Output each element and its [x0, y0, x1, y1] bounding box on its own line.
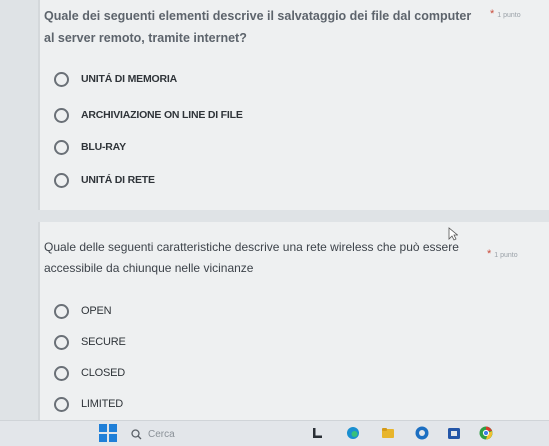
option-closed[interactable]: CLOSED — [54, 363, 125, 383]
question-1-text: Quale dei seguenti elementi descrive il … — [44, 9, 472, 45]
option-label: BLU-RAY — [81, 141, 126, 153]
question-2-text: Quale delle seguenti caratteristiche des… — [44, 240, 459, 275]
store-icon[interactable] — [446, 425, 462, 441]
option-label: LIMITED — [81, 398, 123, 410]
question-card-2: Quale delle seguenti caratteristiche des… — [38, 222, 549, 422]
option-unita-di-rete[interactable]: UNITÁ DI RETE — [54, 170, 155, 190]
chrome-icon[interactable] — [478, 425, 494, 441]
option-secure[interactable]: SECURE — [54, 332, 126, 352]
radio-button[interactable] — [54, 107, 69, 123]
option-label: UNITÁ DI MEMORIA — [81, 73, 177, 85]
app-icon[interactable] — [414, 425, 430, 441]
radio-button[interactable] — [54, 71, 69, 87]
radio-button[interactable] — [54, 303, 69, 319]
option-open[interactable]: OPEN — [54, 301, 112, 321]
option-label: SECURE — [81, 336, 126, 348]
radio-button[interactable] — [54, 139, 69, 155]
question-2-points: * 1 punto — [487, 248, 518, 260]
mouse-cursor-icon — [448, 227, 458, 241]
radio-button[interactable] — [54, 334, 69, 350]
file-explorer-icon[interactable] — [310, 425, 326, 441]
windows-start-icon[interactable] — [99, 424, 117, 442]
option-blu-ray[interactable]: BLU-RAY — [54, 137, 126, 157]
option-label: ARCHIVIAZIONE ON LINE DI FILE — [81, 109, 243, 121]
option-limited[interactable]: LIMITED — [54, 394, 123, 414]
taskbar-search[interactable]: Cerca — [131, 423, 271, 445]
radio-button[interactable] — [54, 396, 69, 412]
folder-icon[interactable] — [380, 425, 396, 441]
option-unita-di-memoria[interactable]: UNITÁ DI MEMORIA — [54, 69, 177, 89]
radio-button[interactable] — [54, 365, 69, 381]
radio-button[interactable] — [54, 172, 69, 188]
required-star-icon: * — [490, 8, 495, 20]
question-card-1: Quale dei seguenti elementi descrive il … — [38, 0, 549, 210]
option-label: UNITÁ DI RETE — [81, 174, 155, 186]
option-label: CLOSED — [81, 367, 126, 379]
question-2-points-label: 1 punto — [494, 252, 518, 259]
taskbar: Cerca — [0, 420, 549, 446]
search-placeholder: Cerca — [148, 428, 175, 440]
option-archiviazione-online[interactable]: ARCHIVIAZIONE ON LINE DI FILE — [54, 105, 243, 125]
option-label: OPEN — [81, 305, 112, 317]
question-1-points: * 1 punto — [490, 8, 521, 20]
question-1-points-label: 1 punto — [497, 12, 521, 19]
edge-icon[interactable] — [345, 425, 361, 441]
required-star-icon: * — [487, 248, 492, 260]
search-icon — [131, 428, 142, 439]
screen: Quale dei seguenti elementi descrive il … — [0, 0, 549, 446]
